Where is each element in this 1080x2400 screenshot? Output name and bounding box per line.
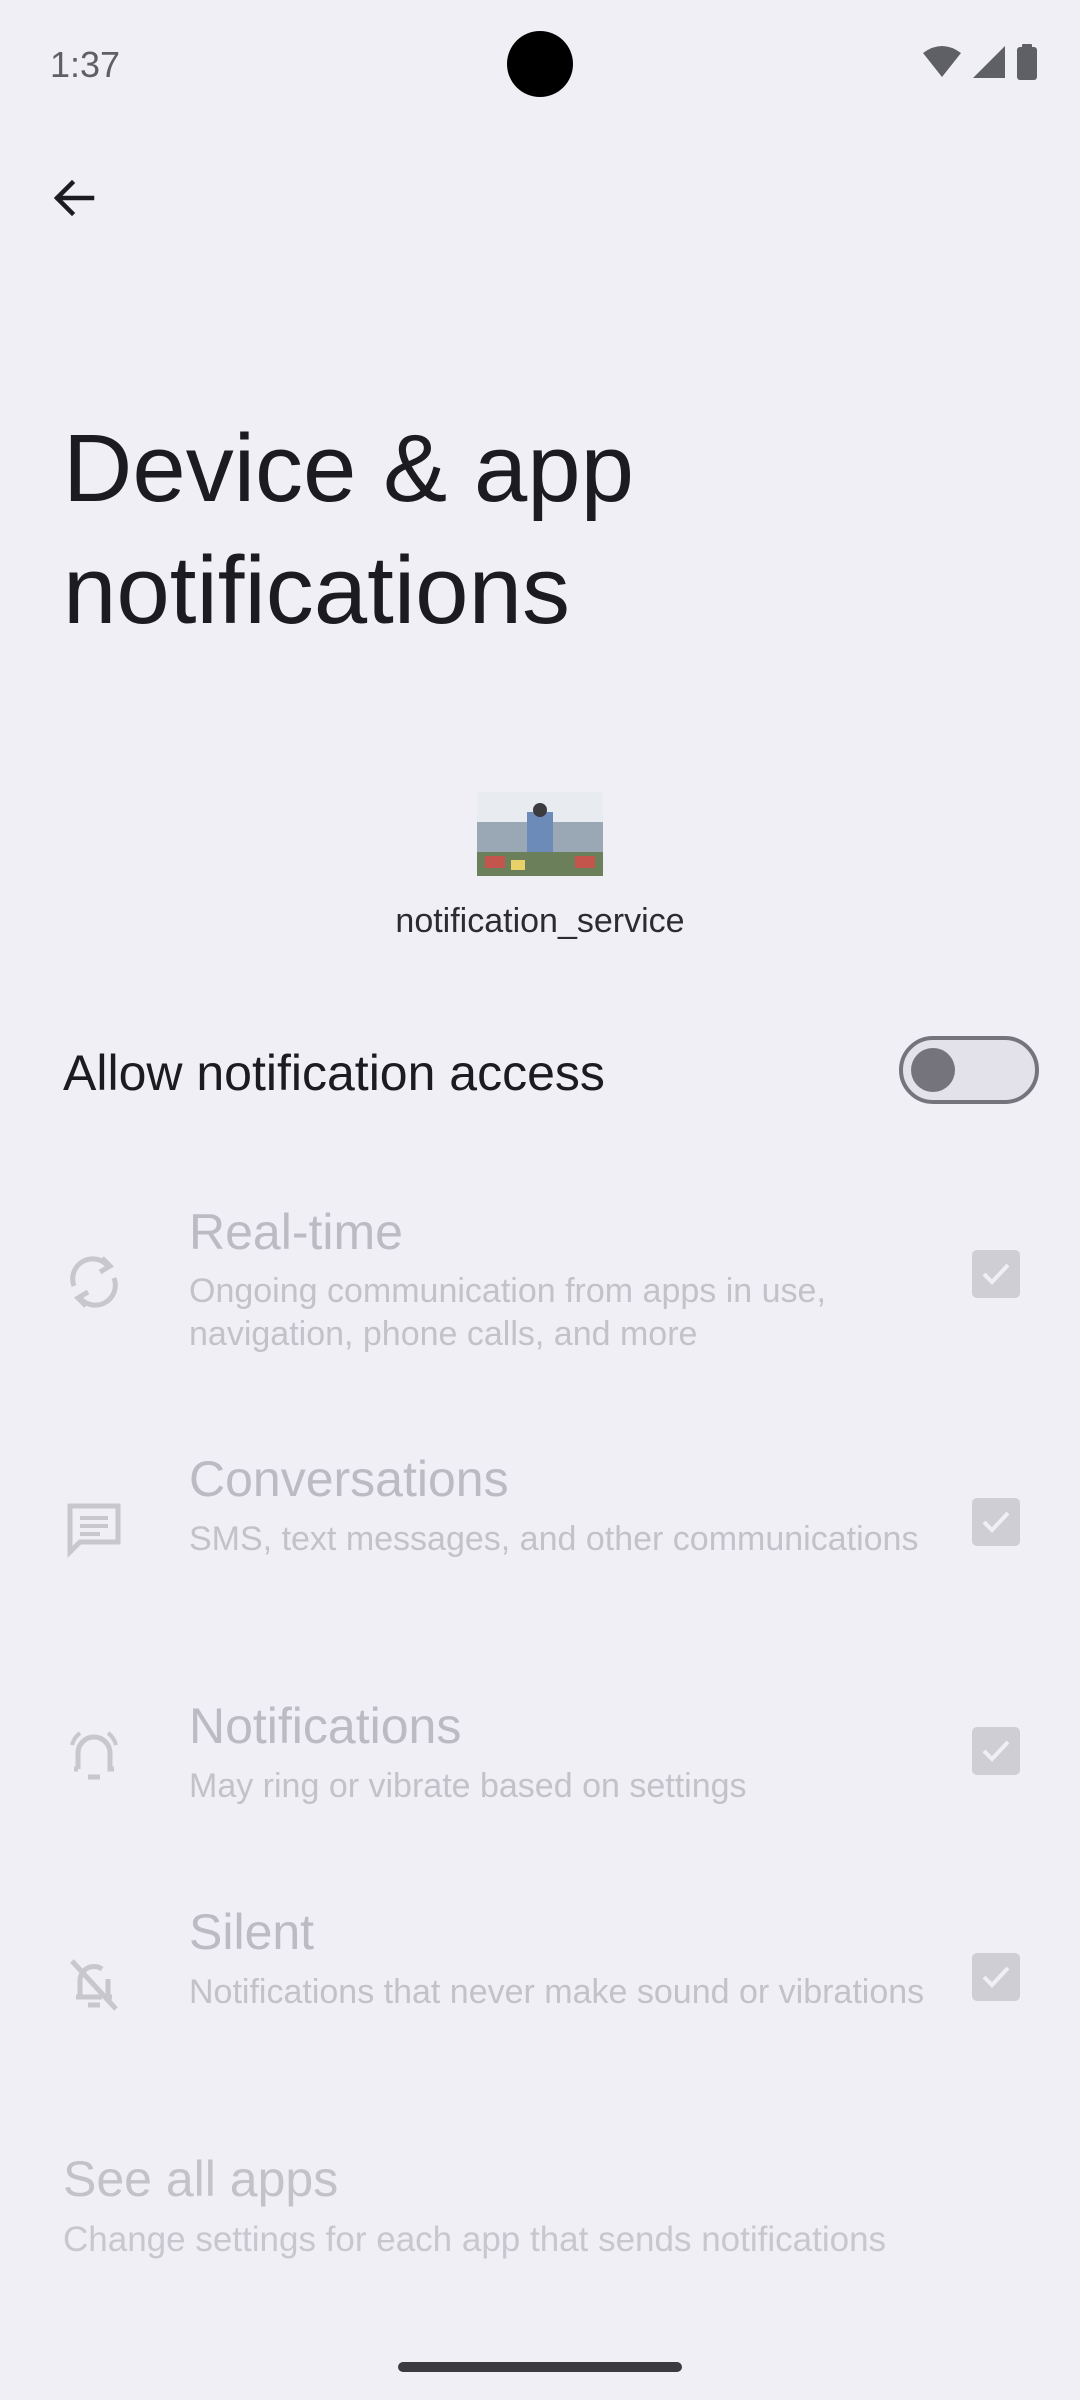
type-description-notifications: May ring or vibrate based on settings <box>189 1767 747 1805</box>
conversations-checkbox[interactable] <box>972 1498 1020 1546</box>
see-all-apps-row[interactable]: See all apps Change settings for each ap… <box>63 2150 1043 2260</box>
type-description-realtime: Ongoing communication from apps in use, … <box>189 1272 826 1353</box>
wifi-icon <box>922 45 962 79</box>
status-icons <box>922 44 1038 80</box>
check-icon <box>982 1263 1010 1285</box>
bell-ringing-icon <box>62 1723 126 1787</box>
back-button[interactable] <box>38 164 110 236</box>
chat-icon <box>62 1498 126 1562</box>
camera-cutout <box>507 31 573 97</box>
notifications-checkbox[interactable] <box>972 1727 1020 1775</box>
type-title-notifications: Notifications <box>189 1698 462 1754</box>
status-bar: 1:37 <box>0 0 1080 130</box>
page-title: Device & app notifications <box>63 415 634 644</box>
app-thumbnail-image <box>477 792 603 876</box>
type-description-silent: Notifications that never make sound or v… <box>189 1973 925 2011</box>
check-icon <box>982 1511 1010 1533</box>
allow-notification-access-toggle[interactable] <box>899 1036 1039 1104</box>
app-name: notification_service <box>395 902 685 940</box>
sync-icon <box>62 1250 126 1314</box>
type-description-conversations: SMS, text messages, and other communicat… <box>189 1520 919 1558</box>
check-icon <box>982 1740 1010 1762</box>
arrow-back-icon <box>50 174 98 227</box>
battery-icon <box>1016 44 1038 80</box>
allow-notification-access-label: Allow notification access <box>63 1045 605 1101</box>
bell-off-icon <box>62 1951 126 2015</box>
check-icon <box>982 1966 1010 1988</box>
type-title-silent: Silent <box>189 1904 315 1960</box>
realtime-checkbox[interactable] <box>972 1250 1020 1298</box>
toggle-knob <box>911 1048 955 1092</box>
see-all-apps-title: See all apps <box>63 2151 339 2207</box>
see-all-apps-description: Change settings for each app that sends … <box>63 2220 887 2259</box>
app-header: notification_service <box>0 792 1080 941</box>
type-title-realtime: Real-time <box>189 1204 403 1260</box>
status-time: 1:37 <box>50 44 121 85</box>
home-indicator[interactable] <box>398 2362 682 2372</box>
type-title-conversations: Conversations <box>189 1451 509 1507</box>
allow-notification-access-row[interactable]: Allow notification access <box>63 1036 1039 1112</box>
signal-icon <box>972 45 1006 79</box>
silent-checkbox[interactable] <box>972 1953 1020 2001</box>
